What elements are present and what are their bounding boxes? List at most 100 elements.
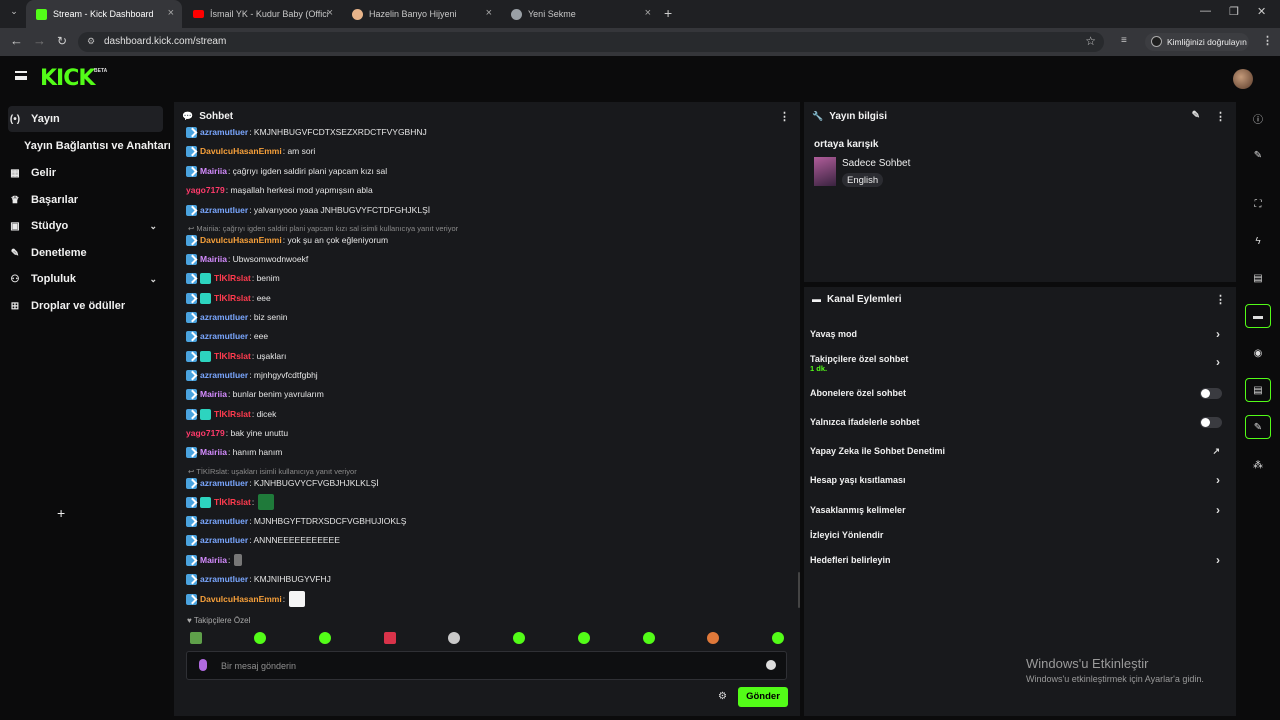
chat-panel-toggle-icon[interactable]: ▬ (1245, 304, 1271, 328)
back-icon[interactable]: ← (10, 34, 23, 48)
tab-youtube[interactable]: İsmail YK - Kudur Baby (Official × (183, 0, 341, 28)
emote-icon[interactable] (319, 632, 331, 644)
reload-icon[interactable]: ↻ (57, 34, 67, 48)
chat-input[interactable]: Bir mesaj gönderin (186, 651, 787, 680)
microphone-icon[interactable] (199, 659, 207, 671)
browser-menu-icon[interactable]: ⋮ (1262, 34, 1273, 47)
close-icon[interactable]: × (486, 7, 492, 19)
emote-icon[interactable] (254, 632, 266, 644)
close-icon[interactable]: × (327, 7, 333, 19)
sidebar-item-gelir[interactable]: ▦ Gelir (8, 160, 163, 186)
apps-icon[interactable]: ⁂ (1245, 453, 1271, 477)
sidebar-item-stream-key[interactable]: Yayın Bağlantısı ve Anahtarı (24, 133, 170, 159)
emote-icon[interactable] (190, 632, 202, 644)
sidebar-item-topluluk[interactable]: ⚇ Topluluk ⌄ (8, 266, 163, 292)
sidebar-item-studyo[interactable]: ▣ Stüdyo ⌄ (8, 213, 163, 239)
chat-username[interactable]: azramutluer (200, 127, 248, 137)
chat-username[interactable]: azramutluer (200, 516, 248, 526)
hamburger-menu-icon[interactable] (15, 71, 27, 80)
account-age-row[interactable]: Hesap yaşı kısıtlaması › (810, 469, 1230, 491)
chat-username[interactable]: azramutluer (200, 331, 248, 341)
kick-logo[interactable]: KICK (40, 66, 95, 91)
maximize-icon[interactable]: ❐ (1229, 5, 1239, 18)
emote-icon[interactable] (707, 632, 719, 644)
chat-username[interactable]: TİKİRslat (214, 273, 251, 283)
chat-username[interactable]: DavulcuHasanEmmi (200, 146, 282, 156)
tab-search-icon[interactable]: ⌄ (6, 6, 22, 22)
close-icon[interactable]: × (645, 7, 651, 19)
chat-username[interactable]: TİKİRslat (214, 351, 251, 361)
emote-icon[interactable] (578, 632, 590, 644)
chat-username[interactable]: Mairiia (200, 389, 227, 399)
chat-username[interactable]: yago7179 (186, 185, 225, 195)
chat-username[interactable]: Mairiia (200, 447, 227, 457)
chat-username[interactable]: azramutluer (200, 535, 248, 545)
notes-icon[interactable]: ▤ (1245, 266, 1271, 290)
chat-scrollbar[interactable] (798, 572, 800, 608)
emoji-icon[interactable] (766, 660, 776, 670)
chat-username[interactable]: Mairiia (200, 254, 227, 264)
chat-username[interactable]: TİKİRslat (214, 293, 251, 303)
followers-only-label: ♥ Takipçilere Özel (187, 616, 251, 625)
emote-icon[interactable] (448, 632, 460, 644)
emote-icon[interactable] (384, 632, 396, 644)
reading-list-icon[interactable]: ≡ (1121, 35, 1127, 46)
slow-mode-row[interactable]: Yavaş mod › (810, 323, 1230, 345)
viewer-redirect-row[interactable]: İzleyici Yönlendir (810, 524, 1230, 546)
emote-icon[interactable] (513, 632, 525, 644)
site-info-icon[interactable]: ⚙ (87, 36, 95, 47)
row-sublabel: 1 dk. (810, 363, 828, 373)
set-goals-row[interactable]: Hedefleri belirleyin › (810, 549, 1230, 571)
chat-username[interactable]: Mairiia (200, 166, 227, 176)
followers-only-row[interactable]: Takipçilere özel sohbet 1 dk. › (810, 350, 1230, 376)
stream-info-menu-icon[interactable]: ⋮ (1215, 110, 1226, 123)
banned-words-row[interactable]: Yasaklanmış kelimeler › (810, 499, 1230, 521)
chat-username[interactable]: azramutluer (200, 478, 248, 488)
chat-username[interactable]: TİKİRslat (214, 497, 251, 507)
chat-username[interactable]: DavulcuHasanEmmi (200, 594, 282, 604)
chat-settings-icon[interactable]: ⚙ (718, 691, 727, 702)
subscribers-only-toggle[interactable] (1200, 387, 1222, 399)
identity-verify-button[interactable]: Kimliğinizi doğrulayın (1145, 33, 1249, 51)
tab-new-tab[interactable]: Yeni Sekme × (501, 0, 659, 28)
new-tab-icon[interactable]: + (664, 5, 672, 21)
window-close-icon[interactable]: ✕ (1257, 5, 1266, 18)
chat-message-text: : yok şu an çok eğleniyorum (282, 235, 389, 245)
channel-actions-menu-icon[interactable]: ⋮ (1215, 293, 1226, 306)
send-button[interactable]: Gönder (738, 687, 788, 707)
fullscreen-icon[interactable]: ⛶ (1245, 192, 1271, 216)
edit-icon[interactable]: ✎ (1245, 143, 1271, 167)
chat-username[interactable]: TİKİRslat (214, 409, 251, 419)
info-icon[interactable]: ⓘ (1245, 106, 1271, 130)
avatar[interactable] (1233, 69, 1253, 89)
emote-icon[interactable] (772, 632, 784, 644)
broadcast-icon[interactable]: ◉ (1245, 341, 1271, 365)
address-bar[interactable]: ⚙ dashboard.kick.com/stream ☆ (78, 32, 1104, 52)
forward-icon[interactable]: → (33, 34, 46, 48)
lightning-icon[interactable]: ϟ (1245, 229, 1271, 253)
minimize-icon[interactable]: — (1200, 5, 1211, 17)
edit-pencil-icon[interactable]: ✎ (1192, 110, 1200, 121)
chat-message-text: : çağrıyı igden saldiri plani yapcam kız… (227, 166, 388, 176)
sidebar-item-basarilar[interactable]: ♛ Başarılar (8, 187, 163, 213)
chat-username[interactable]: azramutluer (200, 205, 248, 215)
emote-icon[interactable] (643, 632, 655, 644)
close-icon[interactable]: × (168, 7, 174, 19)
sidebar-item-droplar[interactable]: ⊞ Droplar ve ödüller (8, 293, 163, 319)
chat-username[interactable]: Mairiia (200, 555, 227, 565)
chat-menu-icon[interactable]: ⋮ (779, 110, 790, 123)
chat-username[interactable]: azramutluer (200, 312, 248, 322)
tab-kick-dashboard[interactable]: Stream - Kick Dashboard × (26, 0, 182, 28)
moderation-toggle-icon[interactable]: ✎ (1245, 415, 1271, 439)
bookmark-star-icon[interactable]: ☆ (1085, 34, 1096, 48)
channel-actions-toggle-icon[interactable]: ▤ (1245, 378, 1271, 402)
ai-moderation-row[interactable]: Yapay Zeka ile Sohbet Denetimi ↗ (810, 440, 1230, 462)
chat-username[interactable]: azramutluer (200, 370, 248, 380)
chat-username[interactable]: azramutluer (200, 574, 248, 584)
emotes-only-toggle[interactable] (1200, 416, 1222, 428)
chat-username[interactable]: yago7179 (186, 428, 225, 438)
chat-username[interactable]: DavulcuHasanEmmi (200, 235, 282, 245)
sidebar-item-yayin[interactable]: (•) Yayın (8, 106, 163, 132)
tab-hazelin[interactable]: Hazelin Banyo Hijyeni × (342, 0, 500, 28)
sidebar-item-denetleme[interactable]: ✎ Denetleme (8, 240, 163, 266)
